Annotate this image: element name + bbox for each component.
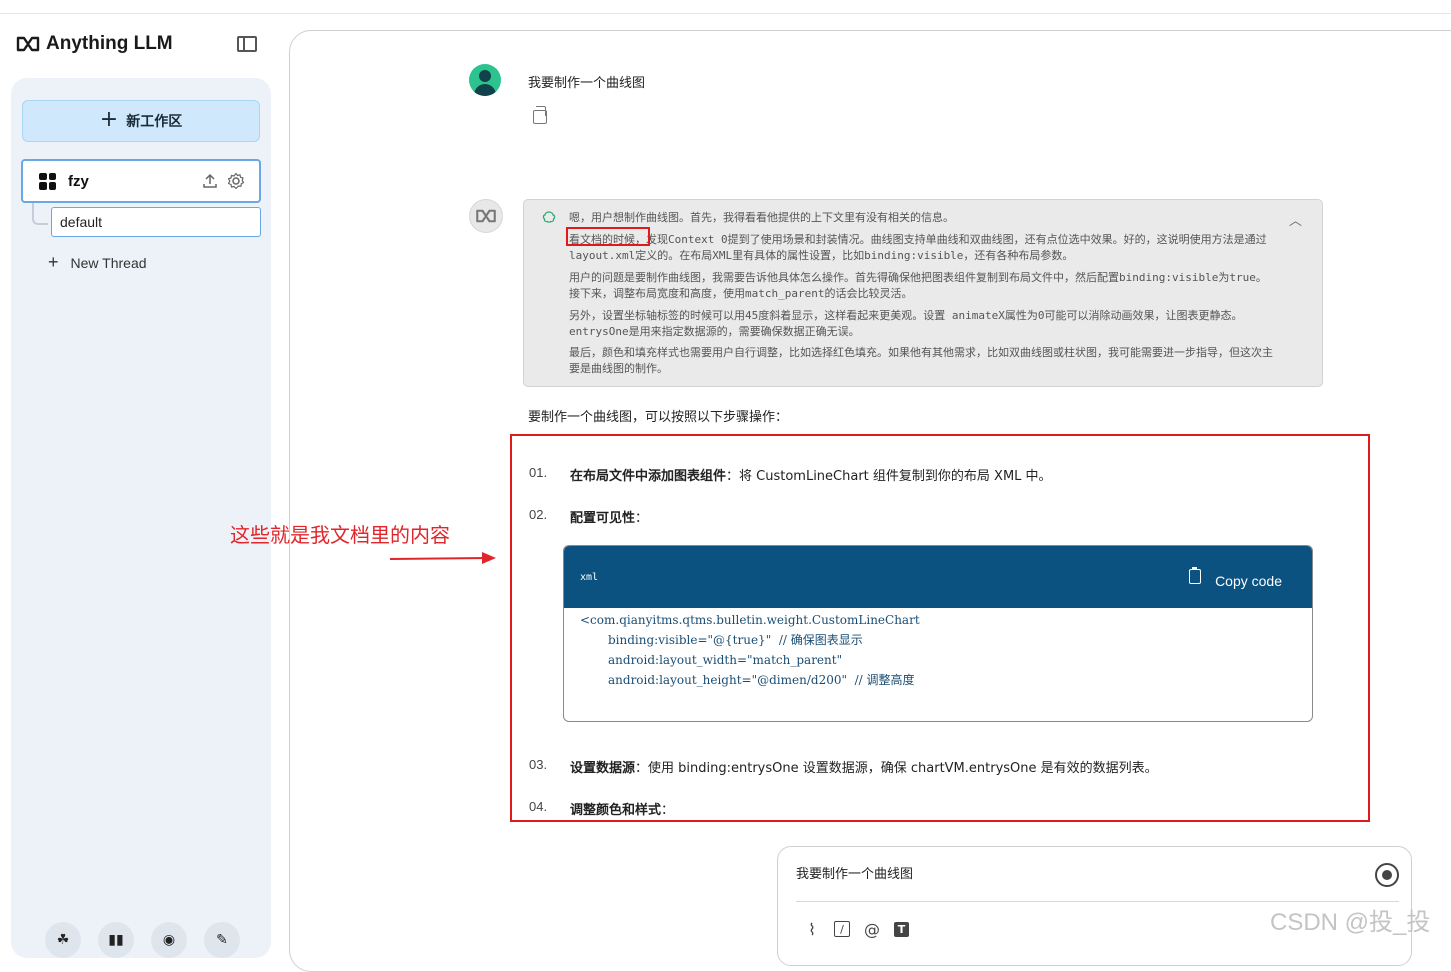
at-mention-icon[interactable]: @ — [862, 919, 882, 939]
sidebar-footer: ☘ ▮▮ ◉ ✎ — [45, 922, 240, 958]
thought-paragraph-3: 用户的问题是要制作曲线图，我需要告诉他具体怎么操作。首先得确保他把图表组件复制到… — [569, 271, 1267, 300]
assistant-avatar — [469, 199, 503, 233]
new-thread-label: New Thread — [70, 254, 147, 271]
step-text: ：使用 binding:entrysOne 设置数据源，确保 chartVM.e… — [635, 761, 1158, 776]
step-text: ： — [661, 803, 675, 818]
code-comment: // 确保图表显示 — [778, 633, 863, 647]
thought-paragraph-5: 最后，颜色和填充样式也需要用户自行调整，比如选择红色填充。如果他有其他需求，比如… — [569, 346, 1273, 375]
code-block: xml Copy code <com.qianyitms.qtms.bullet… — [563, 545, 1313, 722]
step-title: 在布局文件中添加图表组件 — [570, 469, 727, 484]
annotation-arrow — [390, 552, 496, 564]
step-title: 设置数据源 — [570, 761, 636, 776]
step-number: 02. — [529, 507, 548, 522]
highlight-box-small — [566, 227, 650, 246]
step-4: 04. 调整颜色和样式： — [529, 799, 674, 818]
chat-input[interactable]: 我要制作一个曲线图 — [796, 863, 913, 882]
step-text: ：将 CustomLineChart 组件复制到你的布局 XML 中。 — [726, 469, 1052, 484]
input-toolbar: ⌇ / @ T — [802, 919, 909, 939]
step-1: 01. 在布局文件中添加图表组件：将 CustomLineChart 组件复制到… — [529, 465, 1052, 484]
step-number: 01. — [529, 465, 548, 480]
discord-icon[interactable]: ◉ — [151, 922, 187, 958]
user-message: 我要制作一个曲线图 — [528, 76, 646, 91]
step-title: 调整颜色和样式 — [570, 803, 662, 818]
code-text: binding:visible="@{true}" — [608, 633, 779, 647]
watermark: CSDN @投_投 — [1270, 909, 1431, 936]
text-size-icon[interactable]: T — [894, 921, 909, 937]
stop-button[interactable] — [1375, 863, 1399, 887]
answer-intro: 要制作一个曲线图，可以按照以下步骤操作： — [528, 410, 789, 425]
code-text: android:layout_height="@dimen/d200" — [608, 673, 855, 687]
attachment-icon[interactable]: ⌇ — [802, 919, 822, 939]
code-content: <com.qianyitms.qtms.bulletin.weight.Cust… — [564, 608, 1312, 690]
code-line: android:layout_height="@dimen/d200" // 调… — [580, 670, 1312, 690]
code-line: android:layout_width="match_parent" — [608, 653, 843, 667]
code-language: xml — [580, 571, 599, 583]
thread-item-default[interactable]: default — [51, 207, 261, 237]
thought-paragraph-2: 看文档的时候，发现Context 0提到了使用场景和封装情况。曲线图支持单曲线和… — [569, 232, 1274, 264]
sidebar-toggle-icon[interactable] — [237, 36, 257, 52]
clipboard-icon — [1189, 566, 1202, 584]
step-2: 02. 配置可见性： — [529, 507, 648, 526]
plus-icon: + — [99, 106, 119, 132]
copy-code-button[interactable]: Copy code — [1189, 566, 1282, 589]
top-bar — [0, 0, 1451, 14]
community-icon[interactable]: ☘ — [45, 922, 81, 958]
brain-icon — [542, 211, 556, 223]
workspace-grid-icon — [39, 172, 56, 190]
chevron-up-icon[interactable]: ︿ — [1289, 210, 1302, 229]
app-name: Anything LLM — [46, 33, 173, 54]
thread-tree-line — [32, 203, 48, 225]
new-thread-button[interactable]: + New Thread — [48, 252, 147, 273]
code-comment: // 调整高度 — [854, 673, 915, 687]
slash-command-icon[interactable]: / — [834, 921, 850, 937]
workspace-name: fzy — [68, 172, 89, 190]
user-avatar — [469, 64, 501, 96]
step-text: ： — [635, 511, 649, 526]
new-workspace-button[interactable]: + 新工作区 — [22, 100, 260, 142]
thought-paragraph-1: 嗯，用户想制作曲线图。首先，我得看看他提供的上下文里有没有相关的信息。 — [569, 211, 954, 224]
code-header: xml Copy code — [564, 546, 1312, 608]
app-logo: Anything LLM — [16, 33, 173, 55]
step-number: 04. — [529, 799, 548, 814]
thought-paragraph-2-rest: 发现Context 0提到了使用场景和封装情况。曲线图支持单曲线和双曲线图，还有… — [569, 233, 1267, 262]
upload-icon[interactable] — [201, 172, 219, 190]
anything-llm-logo-icon — [16, 36, 40, 52]
code-line: <com.qianyitms.qtms.bulletin.weight.Cust… — [580, 613, 920, 627]
step-title: 配置可见性 — [570, 511, 636, 526]
thought-paragraph-4: 另外，设置坐标轴标签的时候可以用45度斜着显示，这样看起来更美观。设置 anim… — [569, 309, 1243, 338]
new-workspace-label: 新工作区 — [126, 114, 183, 130]
anything-llm-logo-icon — [476, 209, 496, 223]
copy-icon[interactable] — [533, 106, 547, 124]
code-line: binding:visible="@{true}" // 确保图表显示 — [580, 630, 1312, 650]
copy-code-label: Copy code — [1215, 573, 1282, 589]
settings-wrench-icon[interactable]: ✎ — [204, 922, 240, 958]
step-3: 03. 设置数据源：使用 binding:entrysOne 设置数据源，确保 … — [529, 757, 1158, 776]
annotation-text: 这些就是我文档里的内容 — [230, 523, 450, 547]
thread-label: default — [60, 214, 103, 230]
plus-icon: + — [48, 252, 59, 272]
step-number: 03. — [529, 757, 548, 772]
workspace-item-fzy[interactable]: fzy — [21, 159, 261, 203]
gear-icon[interactable] — [227, 172, 245, 190]
docs-icon[interactable]: ▮▮ — [98, 922, 134, 958]
